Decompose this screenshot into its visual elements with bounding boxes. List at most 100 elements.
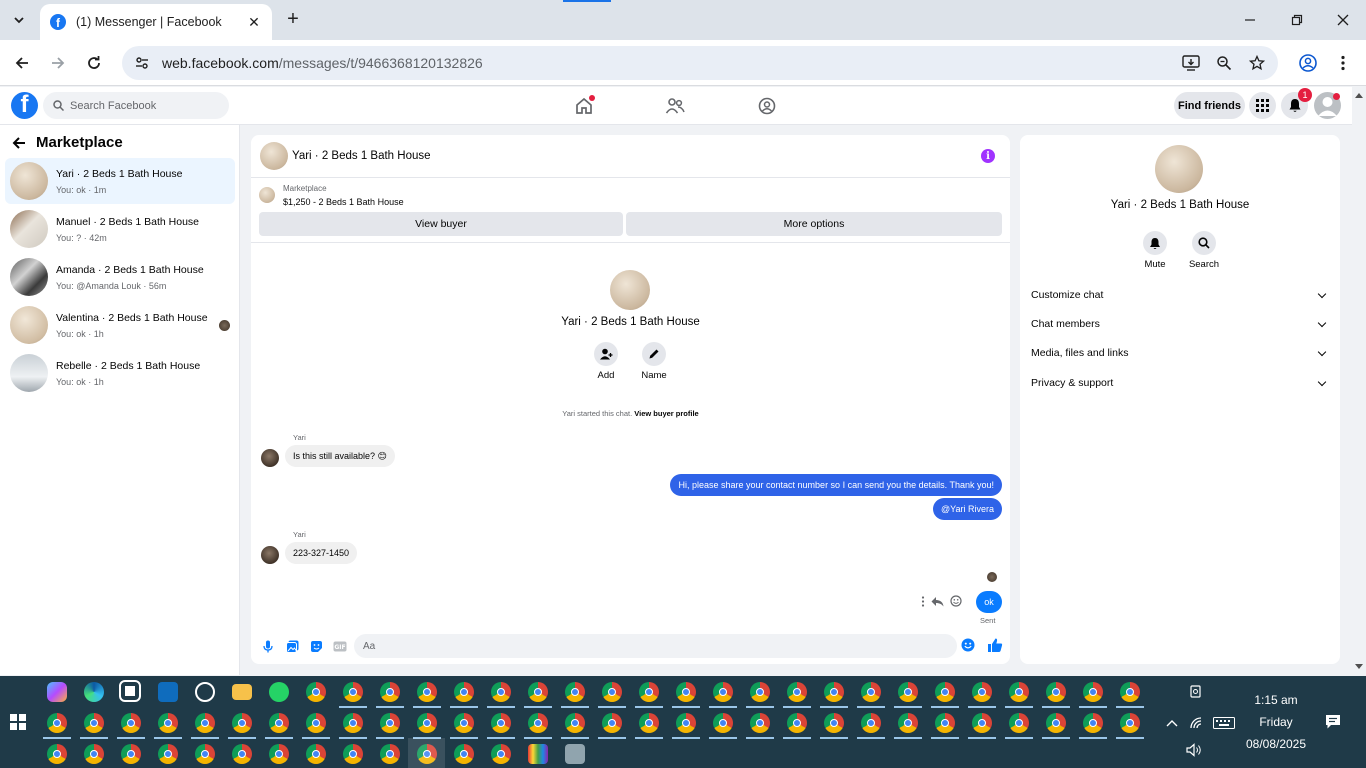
chrome-window-icon[interactable] [1046, 713, 1066, 733]
chat-header-name[interactable]: Yari · 2 Beds 1 Bath House [292, 150, 431, 162]
outlook-icon[interactable] [158, 682, 178, 702]
chrome-window-icon[interactable] [491, 682, 511, 702]
clock-day[interactable]: Friday [1226, 715, 1326, 729]
chrome-window-icon[interactable] [417, 713, 437, 733]
conversation-item[interactable]: Rebelle · 2 Beds 1 Bath House You: ok · … [5, 350, 235, 396]
microphone-icon[interactable] [261, 639, 275, 653]
tab-search-chevron-down-icon[interactable] [6, 8, 32, 32]
chrome-window-icon[interactable] [528, 682, 548, 702]
emoji-icon[interactable] [961, 638, 975, 652]
notification-center-icon[interactable] [1324, 714, 1342, 730]
chrome-window-icon[interactable] [935, 682, 955, 702]
camera-indicator-icon[interactable] [1188, 684, 1206, 700]
chrome-window-icon[interactable] [898, 713, 918, 733]
chrome-window-icon[interactable] [1120, 682, 1140, 702]
chrome-window-icon[interactable] [158, 713, 178, 733]
conversation-info-icon[interactable]: i [981, 149, 995, 163]
chrome-window-icon[interactable] [824, 713, 844, 733]
chrome-window-icon[interactable] [491, 713, 511, 733]
tab-close-icon[interactable]: ✕ [246, 14, 262, 31]
chrome-window-icon[interactable] [713, 682, 733, 702]
chatgpt-icon[interactable] [195, 682, 215, 702]
chrome-window-icon[interactable] [972, 682, 992, 702]
chrome-window-icon[interactable] [269, 744, 289, 764]
chrome-window-icon[interactable] [454, 713, 474, 733]
bookmark-star-icon[interactable] [1245, 51, 1269, 75]
color-app-icon[interactable] [528, 744, 548, 764]
install-app-icon[interactable] [1179, 51, 1203, 75]
file-explorer-icon[interactable] [232, 684, 252, 700]
chrome-window-icon[interactable] [1083, 713, 1103, 733]
chrome-window-icon[interactable] [380, 744, 400, 764]
back-arrow-icon[interactable] [10, 51, 34, 75]
chrome-window-icon[interactable] [121, 744, 141, 764]
chrome-window-icon[interactable] [1083, 682, 1103, 702]
more-options-button[interactable]: More options [626, 212, 1002, 236]
sender-avatar[interactable] [261, 449, 279, 467]
chrome-window-icon[interactable] [195, 744, 215, 764]
chrome-window-icon[interactable] [565, 682, 585, 702]
clock-date[interactable]: 08/08/2025 [1226, 737, 1326, 751]
reload-icon[interactable] [82, 51, 106, 75]
listing-price-title[interactable]: $1,250 - 2 Beds 1 Bath House [283, 197, 404, 207]
keyboard-icon[interactable] [1212, 715, 1236, 731]
message-input[interactable] [354, 634, 957, 658]
media-files-links-row[interactable]: Media, files and links [1031, 343, 1329, 363]
minimize-icon[interactable] [1238, 8, 1262, 32]
chrome-window-icon[interactable] [47, 713, 67, 733]
site-info-tune-icon[interactable] [128, 55, 156, 71]
chrome-window-icon[interactable] [417, 682, 437, 702]
chrome-window-icon[interactable] [306, 682, 326, 702]
customize-chat-row[interactable]: Customize chat [1031, 285, 1329, 305]
chrome-window-icon[interactable] [47, 744, 67, 764]
chrome-window-icon[interactable] [306, 744, 326, 764]
chrome-window-icon[interactable] [898, 682, 918, 702]
chrome-window-icon[interactable] [158, 744, 178, 764]
conversation-item[interactable]: Amanda · 2 Beds 1 Bath House You: @Amand… [5, 254, 235, 300]
conversation-item[interactable]: Manuel · 2 Beds 1 Bath House You: ? · 42… [5, 206, 235, 252]
react-smiley-icon[interactable] [950, 595, 962, 607]
chrome-window-icon[interactable] [602, 713, 622, 733]
outgoing-message[interactable]: ok [976, 591, 1002, 613]
scroll-up-arrow-icon[interactable] [1355, 93, 1363, 98]
chrome-window-icon[interactable] [565, 713, 585, 733]
back-arrow-icon[interactable] [12, 136, 26, 150]
add-people-button[interactable]: Add [586, 342, 626, 381]
chrome-window-icon[interactable] [1120, 713, 1140, 733]
whatsapp-icon[interactable] [269, 682, 289, 702]
sender-avatar[interactable] [261, 546, 279, 564]
chrome-window-icon[interactable] [380, 682, 400, 702]
profile-icon[interactable] [1296, 51, 1320, 75]
view-buyer-profile-link[interactable]: View buyer profile [634, 409, 698, 418]
forward-arrow-icon[interactable] [46, 51, 70, 75]
search-input[interactable] [70, 99, 220, 112]
chrome-window-icon[interactable] [306, 713, 326, 733]
chrome-window-icon[interactable] [343, 682, 363, 702]
name-chat-button[interactable]: Name [634, 342, 674, 381]
window-close-icon[interactable] [1331, 8, 1355, 32]
chrome-window-icon[interactable] [491, 744, 511, 764]
chrome-window-icon[interactable] [195, 713, 215, 733]
conversation-item[interactable]: Yari · 2 Beds 1 Bath House You: ok · 1m [5, 158, 235, 204]
chrome-window-icon[interactable] [750, 682, 770, 702]
chrome-window-icon[interactable] [269, 713, 289, 733]
more-vertical-icon[interactable] [1333, 51, 1353, 75]
facebook-logo-icon[interactable]: f [11, 92, 38, 119]
restore-icon[interactable] [1285, 8, 1309, 32]
menu-grid-icon[interactable] [1249, 92, 1276, 119]
wifi-icon[interactable] [1188, 715, 1206, 731]
chat-header-avatar[interactable] [260, 142, 288, 170]
conversation-item[interactable]: Valentina · 2 Beds 1 Bath House You: ok … [5, 302, 235, 348]
thumbs-up-icon[interactable] [987, 637, 1003, 653]
chrome-window-icon[interactable] [84, 744, 104, 764]
show-hidden-icons-chevron-up-icon[interactable] [1163, 715, 1181, 731]
chrome-window-icon[interactable] [232, 713, 252, 733]
chat-members-row[interactable]: Chat members [1031, 314, 1329, 334]
chrome-window-icon[interactable] [602, 682, 622, 702]
scroll-down-arrow-icon[interactable] [1355, 664, 1363, 669]
edge-icon[interactable] [84, 682, 104, 702]
incoming-message[interactable]: Is this still available? 😊 [285, 445, 395, 467]
zoom-icon[interactable] [1212, 51, 1236, 75]
chrome-window-icon[interactable] [454, 682, 474, 702]
chrome-window-icon[interactable] [639, 713, 659, 733]
